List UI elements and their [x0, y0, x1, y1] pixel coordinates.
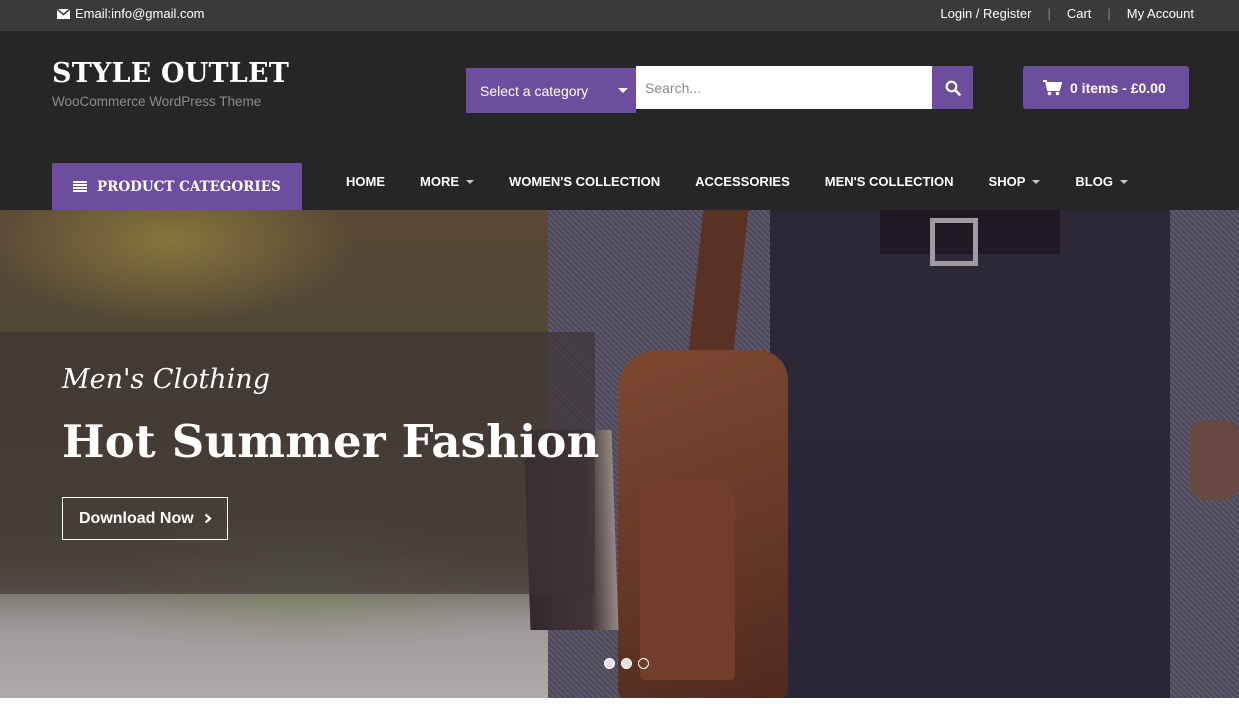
- divider: |: [1107, 6, 1111, 21]
- download-now-button[interactable]: Download Now: [62, 497, 228, 540]
- nav-label: HOME: [346, 174, 385, 189]
- hero-title: Hot Summer Fashion: [62, 415, 600, 468]
- slider-dot-3[interactable]: [638, 658, 649, 669]
- list-icon: [73, 181, 87, 192]
- hero-slider: Men's Clothing Hot Summer Fashion Downlo…: [0, 210, 1239, 698]
- nav-item-blog[interactable]: BLOG: [1075, 174, 1128, 189]
- hero-subtitle: Men's Clothing: [62, 364, 270, 395]
- slider-dot-2[interactable]: [621, 658, 632, 669]
- category-select[interactable]: Select a category: [466, 68, 636, 113]
- caret-down-icon: [1032, 179, 1041, 184]
- product-categories-button[interactable]: PRODUCT CATEGORIES: [52, 163, 302, 210]
- nav-item-home[interactable]: HOME: [346, 174, 385, 189]
- login-register-link[interactable]: Login / Register: [940, 6, 1031, 21]
- caret-down-icon: [618, 88, 628, 93]
- cart-link[interactable]: Cart: [1067, 6, 1092, 21]
- site-tagline: WooCommerce WordPress Theme: [52, 94, 262, 109]
- search-button[interactable]: [932, 66, 973, 109]
- mini-cart-button[interactable]: 0 items - £0.00: [1023, 66, 1189, 109]
- main-navigation: HOME MORE WOMEN'S COLLECTION ACCESSORIES…: [346, 174, 1128, 189]
- product-categories-label: PRODUCT CATEGORIES: [97, 178, 281, 195]
- email-text: Email:info@gmail.com: [75, 6, 205, 21]
- slider-dot-1[interactable]: [604, 658, 615, 669]
- nav-item-more[interactable]: MORE: [420, 174, 474, 189]
- nav-label: BLOG: [1075, 174, 1113, 189]
- slider-pagination: [604, 658, 649, 669]
- shopping-cart-icon: [1043, 79, 1062, 95]
- top-bar: Email:info@gmail.com Login / Register | …: [0, 0, 1239, 31]
- site-header: STYLE OUTLET WooCommerce WordPress Theme…: [0, 31, 1239, 210]
- account-links: Login / Register | Cart | My Account: [940, 6, 1194, 21]
- download-now-label: Download Now: [79, 509, 194, 527]
- nav-label: ACCESSORIES: [695, 174, 790, 189]
- nav-item-mens-collection[interactable]: MEN'S COLLECTION: [825, 174, 954, 189]
- nav-item-accessories[interactable]: ACCESSORIES: [695, 174, 790, 189]
- caret-down-icon: [1119, 179, 1128, 184]
- nav-label: MORE: [420, 174, 459, 189]
- nav-label: MEN'S COLLECTION: [824, 174, 954, 189]
- nav-label: WOMEN'S COLLECTION: [509, 174, 661, 189]
- category-select-label: Select a category: [480, 82, 589, 99]
- envelope-icon: [57, 8, 70, 19]
- cart-summary: 0 items - £0.00: [1070, 79, 1166, 96]
- search-icon: [945, 80, 961, 96]
- divider: |: [1047, 6, 1051, 21]
- nav-item-womens-collection[interactable]: WOMEN'S COLLECTION: [509, 174, 660, 189]
- caret-down-icon: [466, 179, 474, 184]
- site-title[interactable]: STYLE OUTLET: [52, 58, 289, 89]
- contact-email: Email:info@gmail.com: [57, 6, 205, 21]
- my-account-link[interactable]: My Account: [1127, 6, 1194, 21]
- nav-item-shop[interactable]: SHOP: [989, 174, 1041, 189]
- chevron-right-icon: [204, 513, 212, 524]
- nav-label: SHOP: [988, 174, 1026, 189]
- search-input[interactable]: [636, 66, 932, 109]
